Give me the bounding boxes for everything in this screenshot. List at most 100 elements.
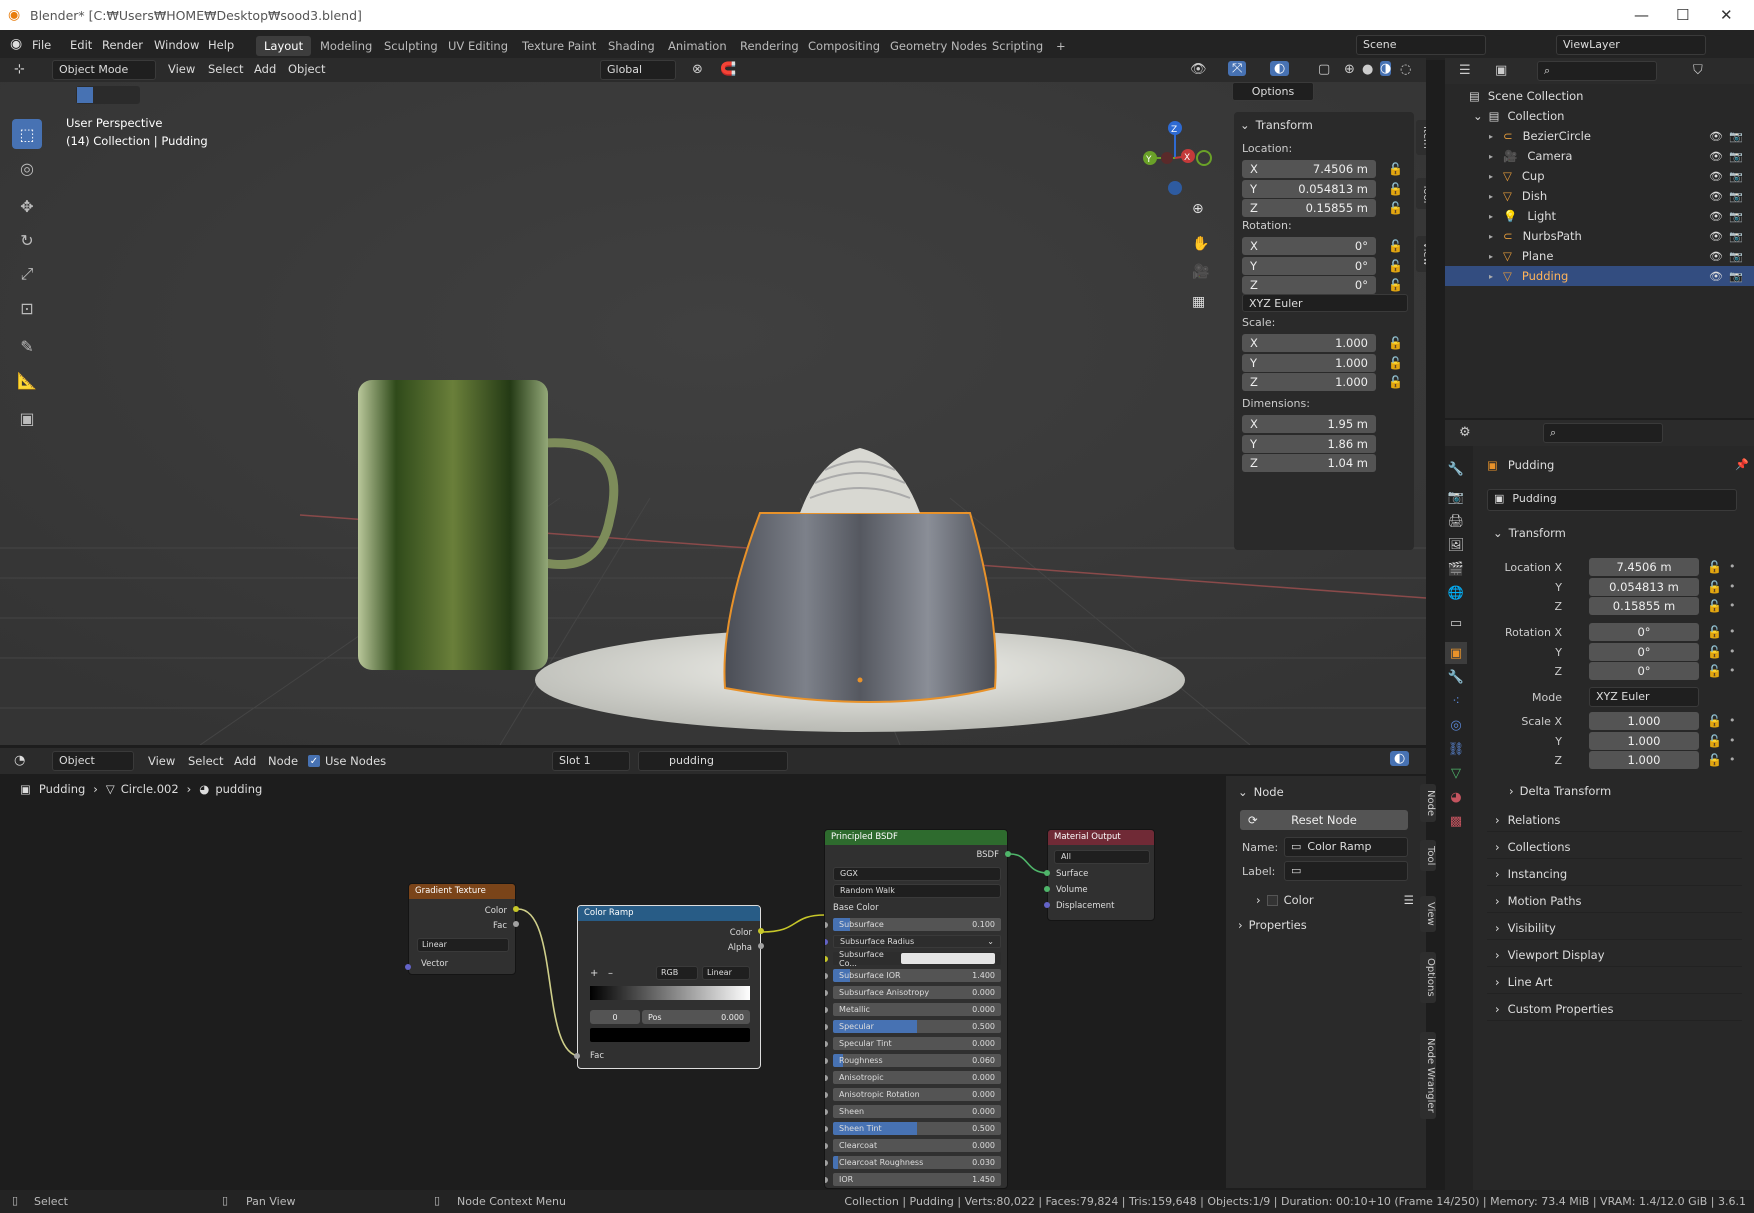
stop-index-field[interactable]: 0 (590, 1010, 640, 1024)
tool-tab-icon[interactable]: 🔧 (1445, 458, 1467, 480)
options-button[interactable]: Options (1232, 82, 1314, 102)
lock-icon[interactable]: 🔓 (1388, 356, 1403, 370)
menu-render[interactable]: Render (102, 38, 143, 52)
prop-rotation-field-2[interactable]: 0° (1589, 662, 1699, 680)
editor-type-icon[interactable]: ☰ (1459, 63, 1471, 78)
gizmo-toggle-icon[interactable]: ⤧ (1228, 61, 1247, 76)
lock-icon[interactable]: 🔓 (1388, 259, 1403, 273)
outliner-search-input[interactable]: ⌕ (1537, 61, 1657, 81)
keyframe-dot-icon[interactable]: • (1729, 664, 1736, 677)
render-camera-icon[interactable]: 📷 (1729, 130, 1743, 143)
scale-z-field[interactable]: Z 1.000 (1242, 373, 1376, 391)
visibility-icon[interactable]: 👁 (1190, 62, 1207, 77)
lock-icon[interactable]: 🔓 (1707, 560, 1722, 574)
bsdf-input-row[interactable]: Subsurface Anisotropy 0.000 (833, 986, 1001, 999)
prop-scale-field-0[interactable]: 1.000 (1589, 712, 1699, 730)
keyframe-dot-icon[interactable]: • (1729, 734, 1736, 747)
section-custom-properties[interactable]: › Custom Properties (1487, 997, 1742, 1021)
scene-tab-icon[interactable]: 🎬 (1445, 558, 1467, 580)
select-box-tool-icon[interactable]: ⬚ (12, 119, 42, 149)
data-tab-icon[interactable]: ▽ (1445, 762, 1467, 784)
visibility-eye-icon[interactable]: 👁 (1709, 170, 1723, 183)
color-subpanel[interactable]: › Color ☰ (1256, 893, 1414, 907)
outliner-item-dish[interactable]: ▸ ▽ Dish 👁 📷 (1445, 186, 1754, 206)
output-tab-icon[interactable]: 🖨 (1445, 510, 1467, 532)
bsdf-input-row[interactable]: Subsurface IOR 1.400 (833, 969, 1001, 982)
viewport-tab-item[interactable]: Item (1416, 120, 1426, 155)
maximize-button[interactable]: ☐ (1676, 6, 1689, 24)
interpolation-dropdown[interactable]: Linear (702, 966, 750, 980)
node-name-field[interactable]: ▭ Color Ramp (1284, 837, 1408, 857)
bsdf-input-row[interactable]: Specular 0.500 (833, 1020, 1001, 1033)
section-viewport-display[interactable]: › Viewport Display (1487, 943, 1742, 967)
node-tab-options[interactable]: Options (1420, 952, 1436, 1003)
properties-subpanel[interactable]: › Properties (1238, 918, 1307, 932)
visibility-eye-icon[interactable]: 👁 (1709, 270, 1723, 283)
workspace-tab-7[interactable]: Rendering (732, 36, 807, 56)
reset-node-button[interactable]: ⟳ Reset Node (1240, 810, 1408, 830)
keyframe-dot-icon[interactable]: • (1729, 599, 1736, 612)
workspace-tab-2[interactable]: Sculpting (376, 36, 446, 56)
gradient-type-dropdown[interactable]: Linear (417, 938, 509, 952)
outliner-item-light[interactable]: ▸ 💡 Light 👁 📷 (1445, 206, 1754, 226)
keyframe-dot-icon[interactable]: • (1729, 560, 1736, 573)
menu-file[interactable]: File (32, 38, 51, 52)
xray-icon[interactable]: ▢ (1318, 62, 1330, 77)
node-tab-node-wrangler[interactable]: Node Wrangler (1420, 1032, 1436, 1119)
transform-header[interactable]: ⌄ Transform (1240, 118, 1313, 132)
wireframe-shading-icon[interactable]: ⊕ (1344, 62, 1355, 77)
3d-viewport[interactable]: User Perspective (14) Collection | Puddi… (0, 58, 1426, 745)
prop-scale-field-1[interactable]: 1.000 (1589, 731, 1699, 750)
node-panel-header[interactable]: ⌄ Node (1238, 785, 1284, 799)
lock-icon[interactable]: 🔓 (1707, 714, 1722, 728)
outliner-item-camera[interactable]: ▸ 🎥 Camera 👁 📷 (1445, 146, 1754, 166)
overlay-toggle-icon[interactable]: ◐ (1390, 751, 1410, 766)
view-layer-tab-icon[interactable]: 🖼 (1445, 534, 1467, 556)
bsdf-input-row[interactable]: Roughness 0.060 (833, 1054, 1001, 1067)
lock-icon[interactable]: 🔓 (1388, 182, 1403, 196)
bsdf-input-row[interactable]: Metallic 0.000 (833, 1003, 1001, 1016)
rotation-mode-dropdown[interactable]: XYZ Euler (1242, 294, 1408, 312)
lock-icon[interactable]: 🔓 (1707, 599, 1722, 613)
bsdf-input-row[interactable]: Anisotropic Rotation 0.000 (833, 1088, 1001, 1101)
viewport-menu-select[interactable]: Select (208, 62, 243, 76)
dimensions-x-field[interactable]: X 1.95 m (1242, 415, 1376, 433)
snap-icon[interactable]: 🧲 (720, 62, 736, 77)
rotate-tool-icon[interactable]: ↻ (12, 225, 42, 255)
minimize-button[interactable]: — (1634, 6, 1649, 24)
prop-location-field-0[interactable]: 7.4506 m (1589, 558, 1699, 576)
lock-icon[interactable]: 🔓 (1707, 645, 1722, 659)
properties-search-input[interactable]: ⌕ (1543, 423, 1663, 443)
material-tab-icon[interactable]: ◕ (1445, 786, 1467, 808)
location-x-field[interactable]: X 7.4506 m (1242, 160, 1376, 178)
navigation-gizmo[interactable]: Z Y X (1130, 118, 1230, 268)
scene-selector[interactable]: Scene (1356, 35, 1486, 55)
scale-y-field[interactable]: Y 1.000 (1242, 353, 1376, 372)
location-y-field[interactable]: Y 0.054813 m (1242, 179, 1376, 198)
transform-orientation-dropdown[interactable]: Global (600, 60, 676, 80)
collection-row[interactable]: ⌄ ▤ Collection (1473, 106, 1564, 126)
lock-icon[interactable]: 🔓 (1707, 580, 1722, 594)
viewport-menu-add[interactable]: Add (254, 62, 276, 76)
render-tab-icon[interactable]: 📷 (1445, 486, 1467, 508)
object-name-field[interactable]: ▣ Pudding (1487, 489, 1737, 511)
node-tab-node[interactable]: Node (1420, 784, 1436, 823)
collection-tab-icon[interactable]: ▭ (1445, 612, 1467, 634)
blender-menu-icon[interactable]: ◉ (10, 36, 22, 52)
scale-tool-icon[interactable]: ⤢ (12, 259, 42, 289)
editor-type-icon[interactable]: ⚙ (1459, 425, 1471, 440)
lock-icon[interactable]: 🔓 (1388, 375, 1403, 389)
visibility-eye-icon[interactable]: 👁 (1709, 250, 1723, 263)
workspace-tab-3[interactable]: UV Editing (440, 36, 516, 56)
workspace-tab-4[interactable]: Texture Paint (514, 36, 604, 56)
solid-shading-icon[interactable]: ● (1362, 62, 1373, 77)
transform-tool-icon[interactable]: ⊡ (12, 293, 42, 323)
move-tool-icon[interactable]: ✥ (12, 191, 42, 221)
selection-mode-buttons[interactable] (76, 86, 140, 104)
outliner-item-plane[interactable]: ▸ ▽ Plane 👁 📷 (1445, 246, 1754, 266)
lock-icon[interactable]: 🔓 (1388, 278, 1403, 292)
keyframe-dot-icon[interactable]: • (1729, 714, 1736, 727)
particles-tab-icon[interactable]: ⁖ (1445, 690, 1467, 712)
prop-rotation-field-0[interactable]: 0° (1589, 623, 1699, 641)
annotate-tool-icon[interactable]: ✎ (12, 331, 42, 361)
